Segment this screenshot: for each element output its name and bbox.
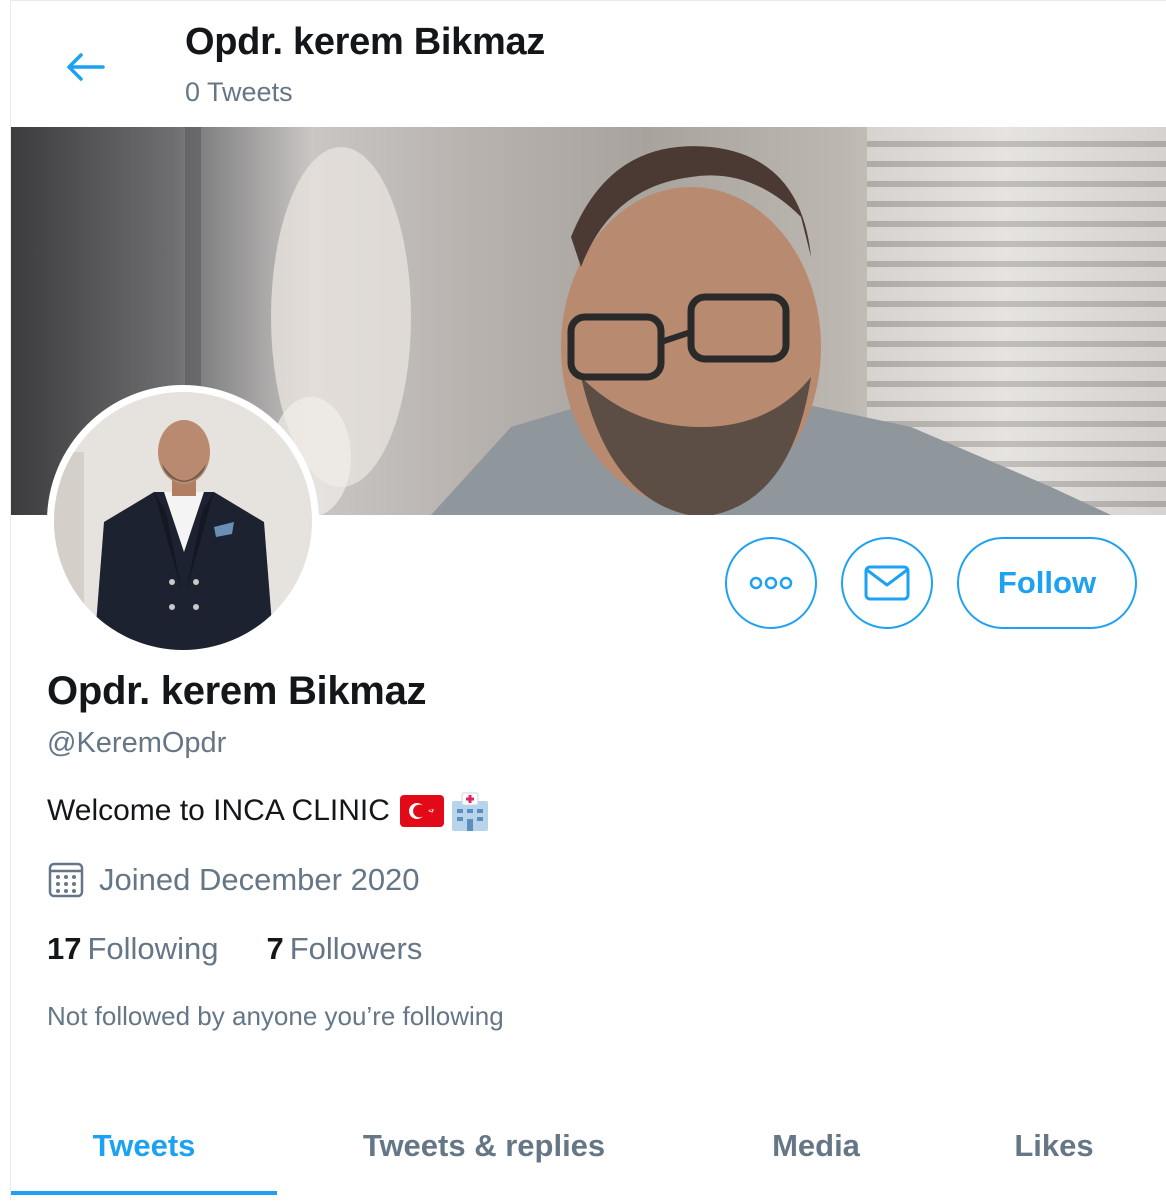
avatar-image (54, 392, 312, 650)
tab-tweets-and-replies[interactable]: Tweets & replies (277, 1091, 691, 1201)
tab-tweets[interactable]: Tweets (11, 1091, 277, 1201)
followers-label: Followers (289, 931, 423, 966)
follow-button[interactable]: Follow (957, 537, 1137, 629)
calendar-icon (48, 862, 84, 898)
profile-display-name: Opdr. kerem Bikmaz (47, 669, 427, 713)
followers-link[interactable]: 7 Followers (266, 931, 422, 967)
profile-tabs: Tweets Tweets & replies Media Likes (11, 1091, 1166, 1201)
message-button[interactable] (841, 537, 933, 629)
header-tweet-count: 0 Tweets (185, 77, 293, 107)
following-count: 17 (47, 931, 82, 966)
bio-text: Welcome to INCA CLINIC (47, 794, 390, 827)
arrow-left-icon (67, 53, 105, 81)
envelope-icon (864, 565, 910, 601)
profile-page: Opdr. kerem Bikmaz 0 Tweets Follow Opdr.… (10, 0, 1166, 1200)
profile-bio: Welcome to INCA CLINIC (47, 791, 492, 831)
profile-header-bar: Opdr. kerem Bikmaz 0 Tweets (11, 1, 1166, 127)
profile-handle: @KeremOpdr (47, 727, 227, 759)
avatar-portrait-illustration (54, 392, 312, 650)
hospital-icon (448, 791, 492, 831)
profile-avatar[interactable] (47, 385, 319, 657)
tab-media[interactable]: Media (691, 1091, 941, 1201)
followers-count: 7 (266, 931, 284, 966)
more-options-button[interactable] (725, 537, 817, 629)
mutual-followers-note: Not followed by anyone you’re following (47, 1001, 504, 1031)
back-button[interactable] (55, 37, 115, 97)
tab-likes[interactable]: Likes (941, 1091, 1166, 1201)
turkey-flag-icon (399, 795, 444, 827)
more-dots-icon (749, 576, 793, 590)
header-title: Opdr. kerem Bikmaz (185, 21, 545, 63)
profile-joined-date: Joined December 2020 (47, 861, 420, 899)
profile-stats: 17 Following 7 Followers (47, 931, 470, 967)
joined-text: Joined December 2020 (99, 862, 420, 897)
following-link[interactable]: 17 Following (47, 931, 218, 967)
following-label: Following (87, 931, 219, 966)
